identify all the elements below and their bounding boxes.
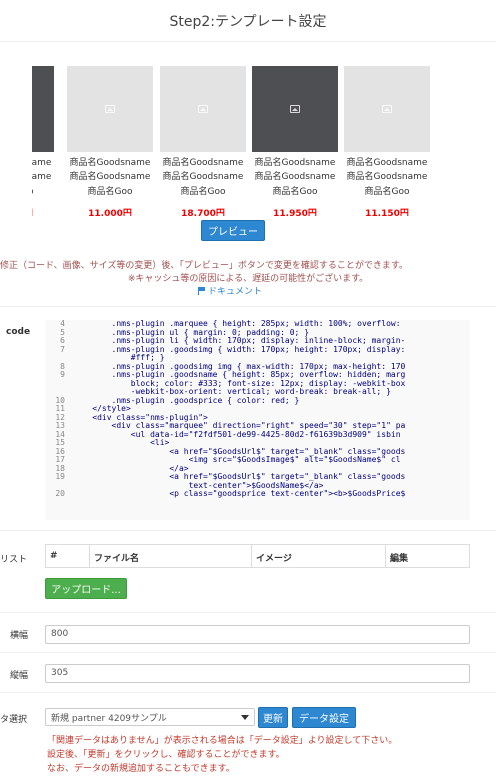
product-image <box>160 66 246 152</box>
carousel-item[interactable]: 商品名Goodsname商品名Goodsname商品名Goo 11.150円 <box>344 66 430 216</box>
notice-text: 修正（コード、画像、サイズ等の変更）後、「プレビュー」ボタンで変更を確認すること… <box>0 261 408 271</box>
documentation-link-label: ドキュメント <box>208 287 263 297</box>
divider <box>0 530 496 531</box>
code-label: code <box>6 327 31 337</box>
product-image <box>344 66 430 152</box>
data-select-label: タ選択 <box>0 715 28 725</box>
line-number: 9 <box>60 370 65 379</box>
chevron-down-icon <box>241 714 249 720</box>
divider <box>0 652 496 653</box>
carousel-item[interactable]: 商品名Goodsname商品名Goodsname商品名Goo 11.000円 <box>67 66 153 216</box>
height-input[interactable]: 305 <box>45 664 470 683</box>
product-name: 商品名Goodsname商品名Goodsname商品名Goo <box>346 158 428 197</box>
image-icon <box>382 105 392 113</box>
flag-icon <box>198 286 205 295</box>
data-note: なお、データの新規追加することもできます。 <box>47 764 235 774</box>
data-settings-button[interactable]: データ設定 <box>292 707 356 728</box>
data-note: 「関連データはありません」が表示される場合は「データ設定」より設定して下さい。 <box>47 736 398 746</box>
line-number: 19 <box>55 472 65 481</box>
product-name: 商品名Goodsname商品名Goodsname商品名Goo <box>162 158 244 197</box>
code-line: 20 <p class="goodsprice text-center"><b>… <box>45 489 470 499</box>
divider <box>0 612 496 613</box>
product-price: 11.150円 <box>365 209 409 216</box>
column-image: イメージ <box>252 545 386 567</box>
divider <box>0 306 496 307</box>
column-edit: 編集 <box>390 554 409 564</box>
cache-notice: ※キャッシュ等の原因による、遅延の可能性がございます。 <box>127 274 369 284</box>
line-number: 20 <box>55 489 65 498</box>
documentation-link[interactable]: ドキュメント <box>198 284 262 297</box>
data-select-value: 新規 partner 4209サンプル <box>51 713 167 724</box>
page-title: Step2:テンプレート設定 <box>0 0 496 42</box>
product-name: 商品名Goodsname商品名Goodsname商品名Goo <box>32 158 52 197</box>
refresh-button[interactable]: 更新 <box>258 707 288 728</box>
file-table: # ファイル名 イメージ 編集 <box>45 544 470 568</box>
data-select[interactable]: 新規 partner 4209サンプル <box>45 708 255 726</box>
product-price: 18.700円 <box>181 209 225 216</box>
height-label: 縦幅 <box>10 671 29 681</box>
product-image <box>67 66 153 152</box>
list-label: リスト <box>0 555 28 565</box>
product-name: 商品名Goodsname商品名Goodsname商品名Goo <box>254 158 336 197</box>
carousel-item[interactable]: 商品名Goodsname商品名Goodsname商品名Goo 11.000円 <box>32 66 54 216</box>
image-icon <box>290 105 300 113</box>
column-number: # <box>46 545 90 567</box>
image-icon <box>198 105 208 113</box>
product-name: 商品名Goodsname商品名Goodsname商品名Goo <box>69 158 151 197</box>
divider <box>0 692 496 693</box>
data-note: 設定後、「更新」をクリックし、確認することができます。 <box>47 750 285 760</box>
product-carousel: 商品名Goodsname商品名Goodsname商品名Goo 11.000円 商… <box>32 66 432 216</box>
width-label: 横幅 <box>10 631 29 641</box>
product-image <box>32 66 54 152</box>
code-editor[interactable]: 4 .nms-plugin .marquee { height: 285px; … <box>45 320 470 520</box>
carousel-item[interactable]: 商品名Goodsname商品名Goodsname商品名Goo 18.700円 <box>160 66 246 216</box>
code-text: <p class="goodsprice text-center"><b>$Go… <box>73 489 406 498</box>
carousel-item[interactable]: 商品名Goodsname商品名Goodsname商品名Goo 11.950円 <box>252 66 338 216</box>
product-image <box>252 66 338 152</box>
product-price: 11.950円 <box>273 209 317 216</box>
product-price: 11.000円 <box>88 209 132 216</box>
product-price: 11.000円 <box>32 206 54 216</box>
line-number: 7 <box>60 344 65 354</box>
column-filename: ファイル名 <box>90 545 252 567</box>
image-icon <box>105 105 115 113</box>
preview-button[interactable]: プレビュー <box>201 220 265 241</box>
upload-button[interactable]: アップロード... <box>45 578 127 599</box>
line-number <box>45 380 65 389</box>
width-input[interactable]: 800 <box>45 625 470 644</box>
